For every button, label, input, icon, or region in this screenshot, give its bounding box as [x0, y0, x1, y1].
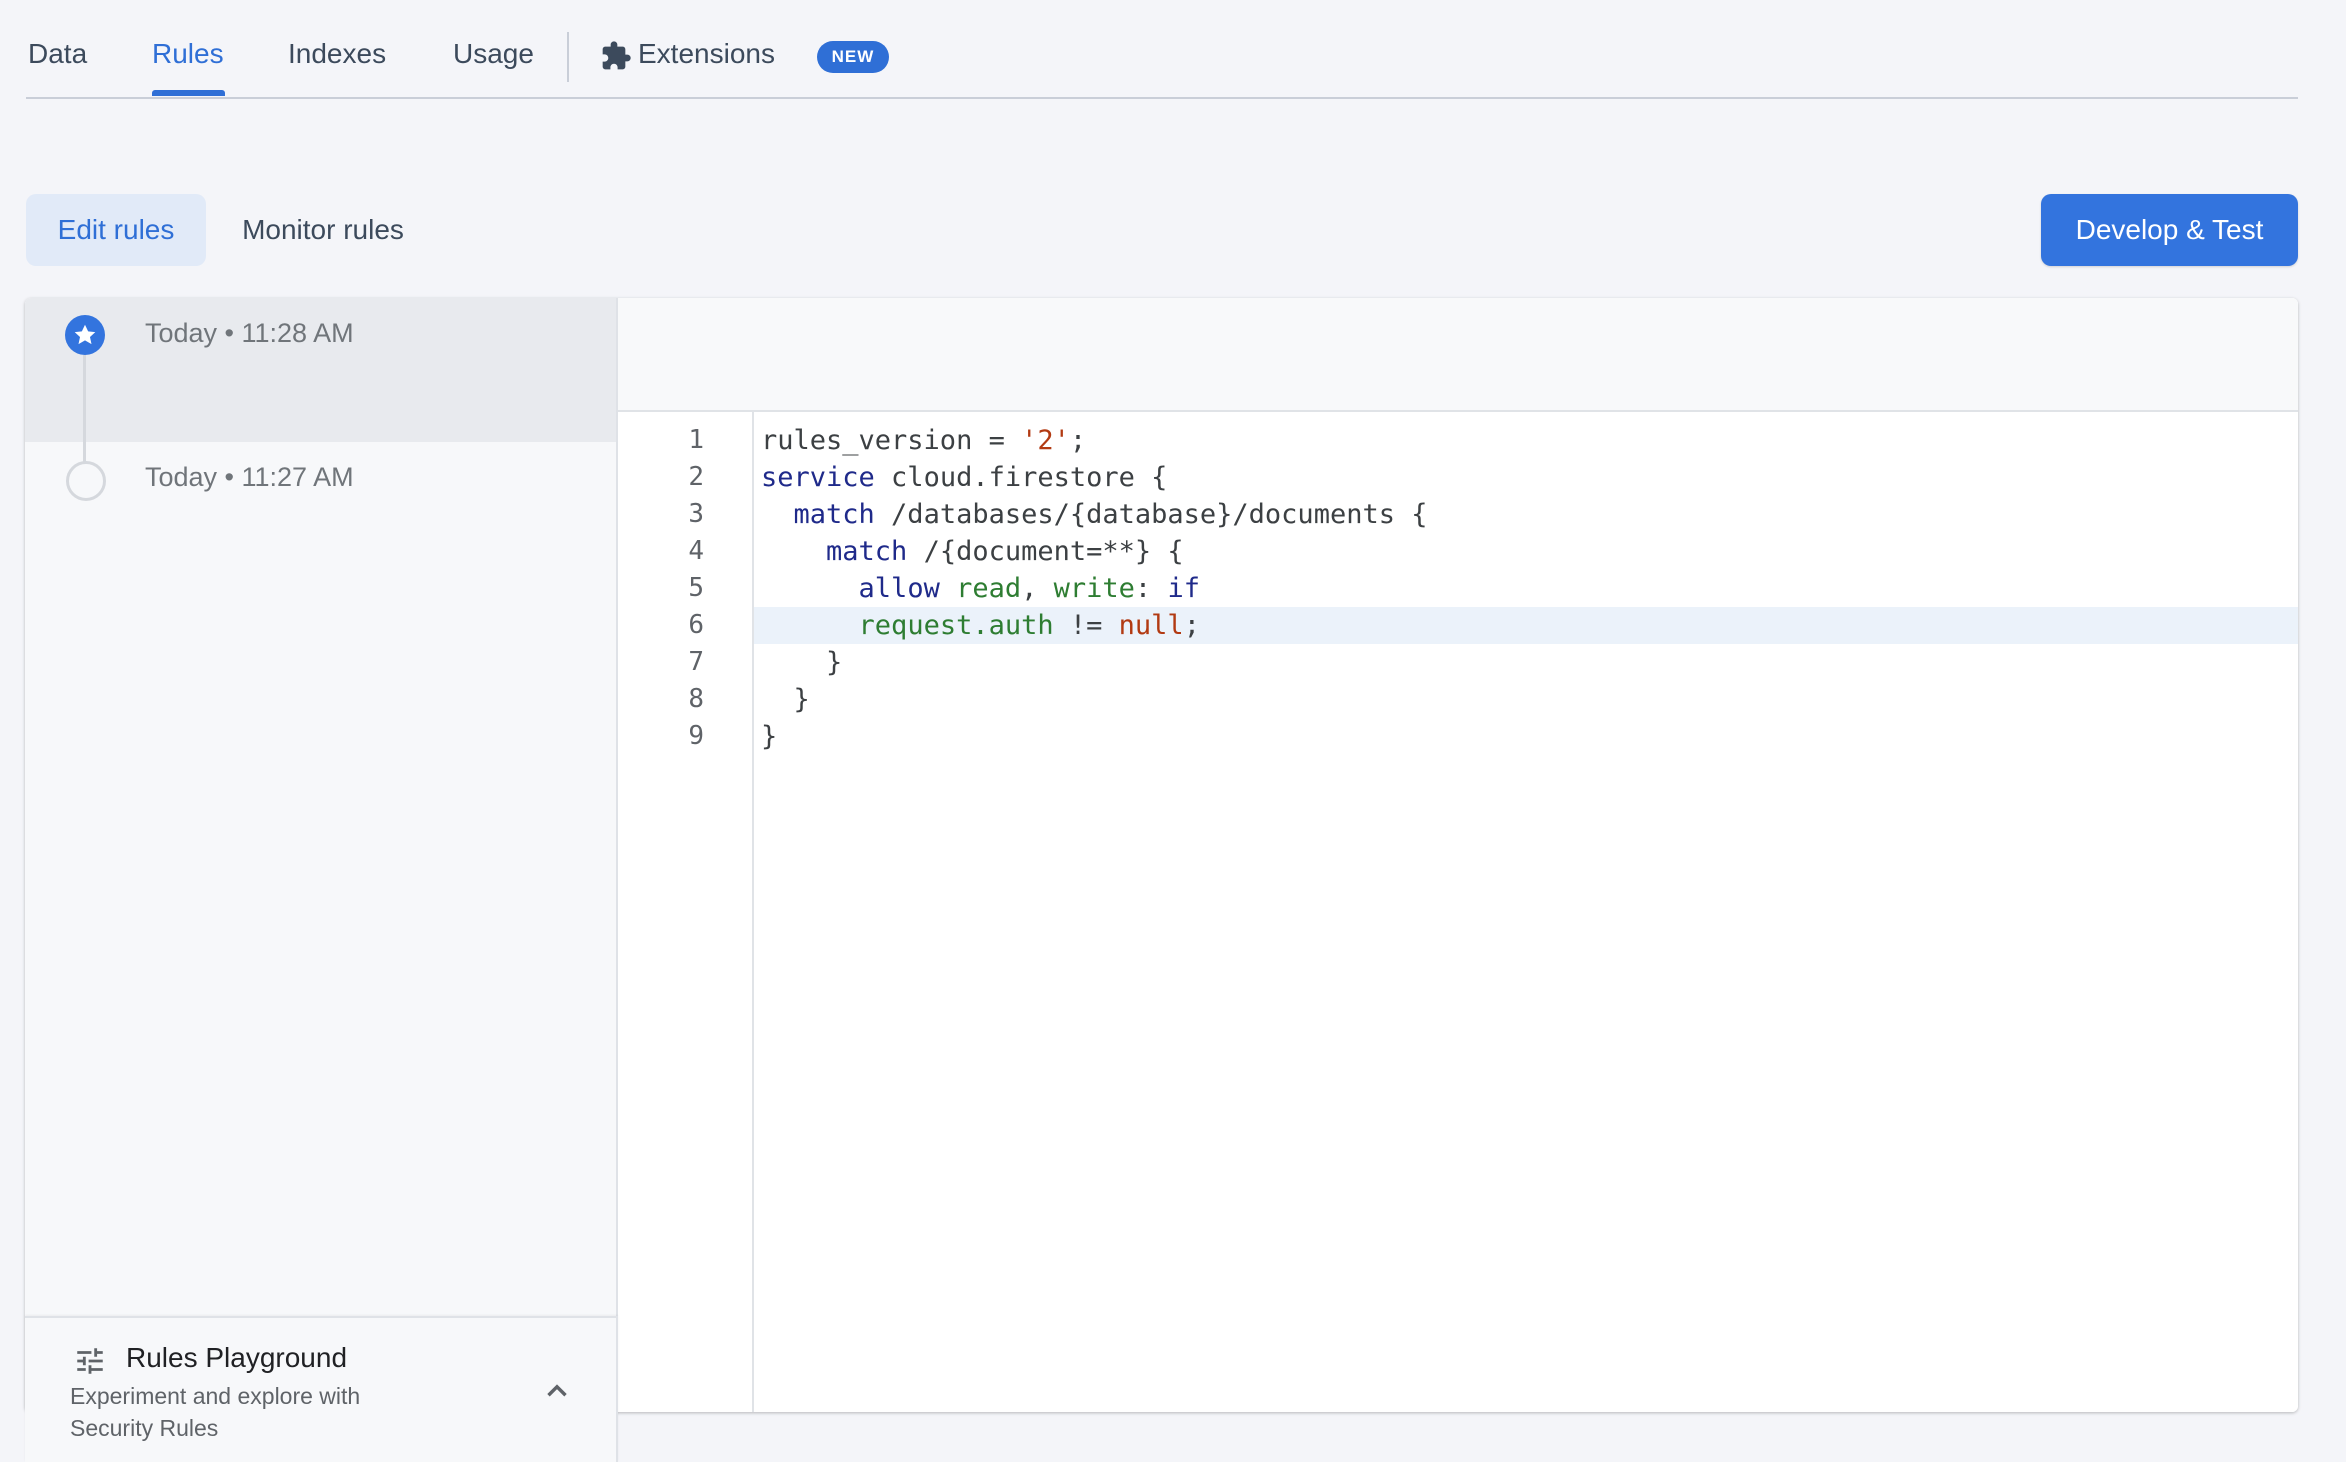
line-number: 9: [688, 721, 704, 751]
code-editor[interactable]: 1 2 3 4 5 6 7 8 9 rules_version = '2'; s…: [618, 298, 2298, 1412]
code-line-9: }: [761, 721, 778, 752]
develop-test-button[interactable]: Develop & Test: [2041, 194, 2298, 266]
history-item-previous[interactable]: Today • 11:27 AM: [25, 442, 616, 586]
rules-playground-panel[interactable]: Rules Playground Experiment and explore …: [25, 1316, 618, 1462]
code-line-2: service cloud.firestore {: [761, 462, 1168, 493]
chevron-up-icon[interactable]: [540, 1374, 574, 1408]
puzzle-icon: [602, 41, 631, 70]
playground-description: Experiment and explore with Security Rul…: [70, 1380, 410, 1444]
new-badge: NEW: [817, 41, 889, 73]
circle-icon: [66, 461, 106, 501]
line-number: 6: [688, 610, 704, 640]
tune-icon: [77, 1348, 103, 1374]
rules-history-panel: Today • 11:28 AM Today • 11:27 AM: [25, 298, 618, 1412]
edit-rules-tab[interactable]: Edit rules: [26, 194, 206, 266]
history-timestamp: Today • 11:28 AM: [145, 318, 354, 348]
top-tab-bar: Data Rules Indexes Usage Extensions NEW: [26, 0, 2298, 99]
code-line-8: }: [761, 684, 810, 715]
history-timestamp: Today • 11:27 AM: [145, 462, 354, 492]
line-number: 4: [688, 536, 704, 566]
line-number: 8: [688, 684, 704, 714]
line-number: 7: [688, 647, 704, 677]
line-number: 3: [688, 499, 704, 529]
tab-divider: [567, 32, 569, 82]
playground-desc-line: Experiment and explore with: [70, 1383, 361, 1409]
tab-usage[interactable]: Usage: [453, 38, 534, 70]
tab-indexes[interactable]: Indexes: [288, 38, 386, 70]
editor-toolbar: [618, 298, 2298, 412]
playground-title: Rules Playground: [126, 1342, 348, 1373]
tab-extensions[interactable]: Extensions: [638, 38, 775, 70]
line-number: 2: [688, 462, 704, 492]
playground-desc-line: Security Rules: [70, 1415, 219, 1441]
code-line-4: match /{document=**} {: [826, 536, 1184, 567]
star-icon: [65, 315, 105, 355]
rules-editor-card: Today • 11:28 AM Today • 11:27 AM 1 2 3 …: [25, 298, 2298, 1412]
code-line-5: allow read, write: if: [858, 573, 1200, 604]
line-number: 5: [688, 573, 704, 603]
code-line-3: match /databases/{database}/documents {: [793, 499, 1428, 530]
tab-rules[interactable]: Rules: [152, 38, 224, 70]
code-line-7: }: [761, 647, 843, 678]
history-item-current[interactable]: Today • 11:28 AM: [25, 298, 616, 442]
active-tab-indicator: [152, 90, 225, 96]
code-line-6: request.auth != null;: [754, 607, 2298, 644]
tab-data[interactable]: Data: [28, 38, 87, 70]
line-number-gutter: 1 2 3 4 5 6 7 8 9: [618, 412, 754, 1412]
line-number: 1: [688, 425, 704, 455]
code-line-1: rules_version = '2';: [761, 425, 1087, 456]
monitor-rules-tab[interactable]: Monitor rules: [228, 194, 418, 266]
